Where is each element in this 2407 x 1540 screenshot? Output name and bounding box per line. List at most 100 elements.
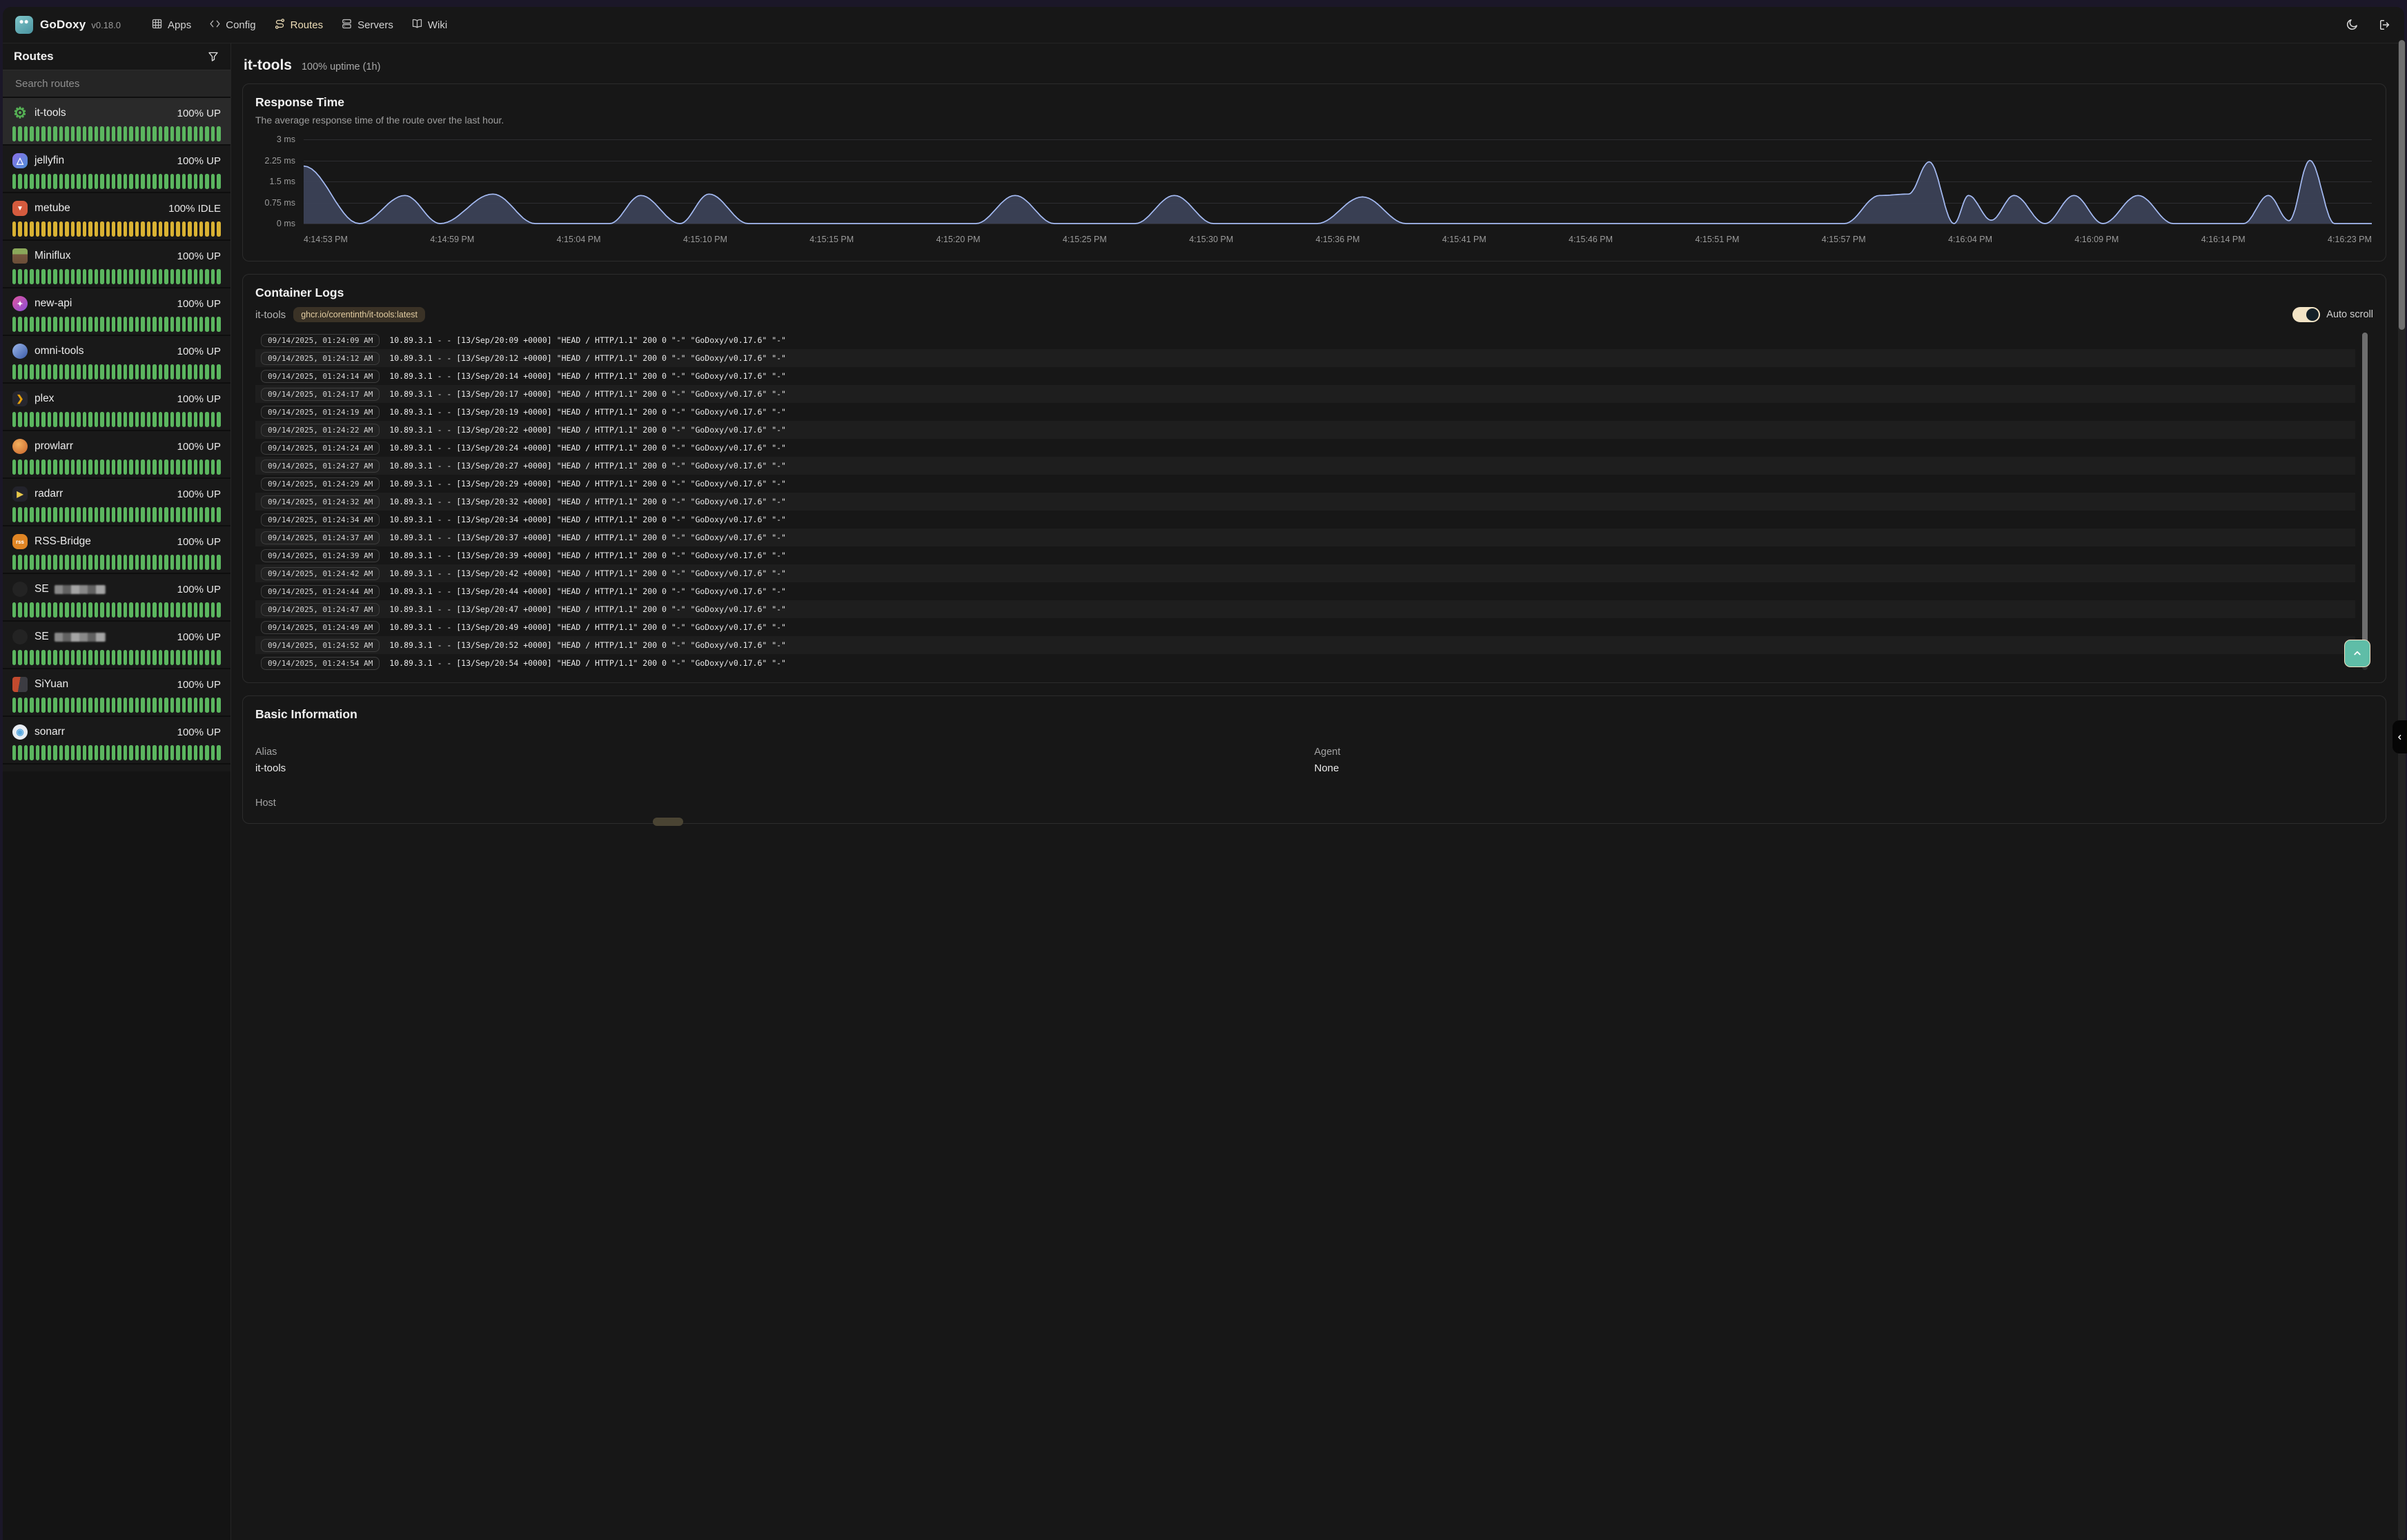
- route-status: 100% UP: [177, 488, 221, 500]
- log-message: 10.89.3.1 - - [13/Sep/20:19 +0000] "HEAD…: [389, 407, 786, 417]
- autoscroll-control: Auto scroll: [2292, 307, 2373, 322]
- route-uptime-bars: [12, 317, 221, 332]
- log-message: 10.89.3.1 - - [13/Sep/20:17 +0000] "HEAD…: [389, 389, 786, 399]
- response-time-series: [304, 135, 2372, 228]
- y-axis-tick-label: 0 ms: [255, 219, 295, 228]
- route-uptime-bars: [12, 698, 221, 713]
- log-timestamp: 09/14/2025, 01:24:12 AM: [261, 352, 380, 365]
- log-timestamp: 09/14/2025, 01:24:54 AM: [261, 657, 380, 670]
- nav-item-apps[interactable]: Apps: [151, 18, 191, 32]
- sidebar-header: Routes: [3, 43, 230, 70]
- x-axis-tick-label: 4:15:57 PM: [1822, 235, 1866, 244]
- chevron-left-icon: [2395, 733, 2404, 742]
- sonarr-icon: ◉: [12, 724, 28, 740]
- log-timestamp: 09/14/2025, 01:24:34 AM: [261, 513, 380, 526]
- route-name: radarr: [35, 488, 63, 500]
- route-name: it-tools: [35, 107, 66, 119]
- x-axis-tick-label: 4:15:51 PM: [1695, 235, 1739, 244]
- route-item-se[interactable]: SE 100% UP: [3, 622, 230, 669]
- log-message: 10.89.3.1 - - [13/Sep/20:34 +0000] "HEAD…: [389, 515, 786, 524]
- route-item-rss-bridge[interactable]: rss RSS-Bridge 100% UP: [3, 526, 230, 574]
- book-icon: [411, 18, 423, 32]
- it-tools-icon: ⚙: [12, 106, 28, 121]
- log-message: 10.89.3.1 - - [13/Sep/20:37 +0000] "HEAD…: [389, 533, 786, 542]
- log-row: 09/14/2025, 01:24:39 AM 10.89.3.1 - - [1…: [255, 546, 2355, 564]
- route-name: new-api: [35, 297, 72, 310]
- search-input[interactable]: [14, 77, 219, 90]
- log-row: 09/14/2025, 01:24:52 AM 10.89.3.1 - - [1…: [255, 636, 2355, 654]
- drawer-collapse-tab[interactable]: [2393, 720, 2407, 753]
- log-message: 10.89.3.1 - - [13/Sep/20:32 +0000] "HEAD…: [389, 497, 786, 506]
- route-item-prowlarr[interactable]: prowlarr 100% UP: [3, 431, 230, 479]
- theme-toggle-moon-icon[interactable]: [2345, 18, 2359, 32]
- route-item-omni-tools[interactable]: omni-tools 100% UP: [3, 336, 230, 384]
- log-row: 09/14/2025, 01:24:29 AM 10.89.3.1 - - [1…: [255, 475, 2355, 493]
- scroll-top-button[interactable]: [2344, 640, 2370, 667]
- logs-route-name: it-tools: [255, 309, 286, 321]
- x-axis-tick-label: 4:14:59 PM: [430, 235, 474, 244]
- log-timestamp: 09/14/2025, 01:24:37 AM: [261, 531, 380, 544]
- log-timestamp: 09/14/2025, 01:24:49 AM: [261, 621, 380, 634]
- autoscroll-toggle[interactable]: [2292, 307, 2320, 322]
- field-value: it-tools: [255, 762, 1315, 774]
- basic-info-title: Basic Information: [255, 707, 2373, 722]
- container-logs-title: Container Logs: [255, 286, 2373, 300]
- log-row: 09/14/2025, 01:24:14 AM 10.89.3.1 - - [1…: [255, 367, 2355, 385]
- filter-funnel-icon[interactable]: [207, 50, 219, 63]
- route-uptime-bars: [12, 269, 221, 284]
- log-row: 09/14/2025, 01:24:44 AM 10.89.3.1 - - [1…: [255, 582, 2355, 600]
- log-timestamp: 09/14/2025, 01:24:24 AM: [261, 442, 380, 455]
- route-status: 100% UP: [177, 108, 221, 119]
- brand-title: GoDoxy: [40, 18, 86, 32]
- info-grid: Alias it-tools Agent None Host: [255, 747, 2373, 813]
- route-name: SE: [35, 631, 49, 643]
- log-timestamp: 09/14/2025, 01:24:09 AM: [261, 334, 380, 347]
- plot-area: [304, 135, 2372, 228]
- log-scrollbar-thumb[interactable]: [2362, 333, 2368, 646]
- log-message: 10.89.3.1 - - [13/Sep/20:52 +0000] "HEAD…: [389, 640, 786, 650]
- log-timestamp: 09/14/2025, 01:24:39 AM: [261, 549, 380, 562]
- page-scrollbar[interactable]: [2398, 40, 2406, 1540]
- response-time-subtitle: The average response time of the route o…: [255, 115, 2373, 126]
- route-icon: [274, 18, 286, 32]
- cutoff-badge: [653, 818, 683, 826]
- godoxy-logo-icon: [15, 16, 33, 34]
- route-item-it-tools[interactable]: ⚙ it-tools 100% UP: [3, 98, 230, 146]
- route-item-new-api[interactable]: ✦ new-api 100% UP: [3, 288, 230, 336]
- route-uptime-bars: [12, 364, 221, 379]
- x-axis-tick-label: 4:16:09 PM: [2074, 235, 2119, 244]
- route-item-miniflux[interactable]: Miniflux 100% UP: [3, 241, 230, 288]
- nav-item-servers[interactable]: Servers: [341, 18, 393, 32]
- log-row: 09/14/2025, 01:24:47 AM 10.89.3.1 - - [1…: [255, 600, 2355, 618]
- route-item-metube[interactable]: ▼ metube 100% IDLE: [3, 193, 230, 241]
- x-axis-tick-label: 4:15:30 PM: [1189, 235, 1233, 244]
- siyuan-icon: [12, 677, 28, 692]
- log-row: 09/14/2025, 01:24:54 AM 10.89.3.1 - - [1…: [255, 654, 2355, 672]
- route-item-sonarr[interactable]: ◉ sonarr 100% UP: [3, 717, 230, 764]
- logout-icon[interactable]: [2378, 18, 2392, 32]
- x-axis-tick-label: 4:15:04 PM: [557, 235, 601, 244]
- log-scrollbar[interactable]: [2362, 333, 2368, 670]
- x-axis-labels: 4:14:53 PM4:14:59 PM4:15:04 PM4:15:10 PM…: [304, 235, 2372, 244]
- route-item-se[interactable]: SE 100% UP: [3, 574, 230, 622]
- y-axis-tick-label: 2.25 ms: [255, 156, 295, 166]
- new-api-icon: ✦: [12, 296, 28, 311]
- log-timestamp: 09/14/2025, 01:24:47 AM: [261, 603, 380, 616]
- navbar: GoDoxy v0.18.0 Apps Config Routes Server…: [3, 7, 2404, 43]
- route-item-siyuan[interactable]: SiYuan 100% UP: [3, 669, 230, 717]
- nav-item-wiki[interactable]: Wiki: [411, 18, 447, 32]
- route-uptime-bars: [12, 174, 221, 189]
- routes-sidebar: Routes ⚙ it-tools 100% UP △ jellyfin 100…: [3, 43, 231, 1540]
- chevron-up-icon: [2351, 647, 2364, 660]
- nav-item-config[interactable]: Config: [209, 18, 255, 32]
- route-uptime-bars: [12, 602, 221, 618]
- route-item-plex[interactable]: ❯ plex 100% UP: [3, 384, 230, 431]
- log-timestamp: 09/14/2025, 01:24:44 AM: [261, 585, 380, 598]
- route-item-radarr[interactable]: ▶ radarr 100% UP: [3, 479, 230, 526]
- log-timestamp: 09/14/2025, 01:24:32 AM: [261, 495, 380, 509]
- route-status: 100% UP: [177, 584, 221, 595]
- route-item-jellyfin[interactable]: △ jellyfin 100% UP: [3, 146, 230, 193]
- route-uptime-bars: [12, 412, 221, 427]
- nav-item-routes[interactable]: Routes: [274, 18, 324, 32]
- page-scrollbar-thumb[interactable]: [2399, 40, 2405, 330]
